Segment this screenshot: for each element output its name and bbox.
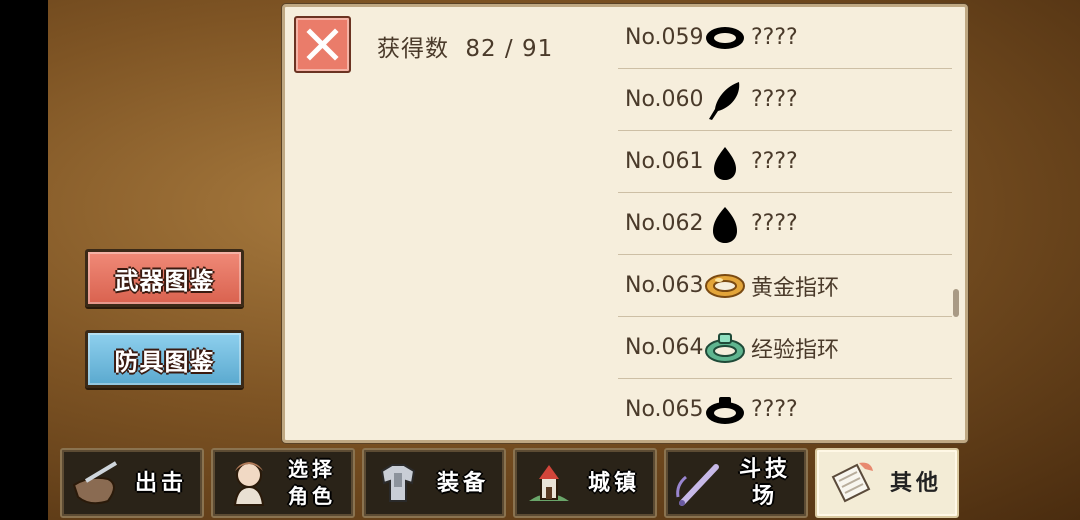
nav-sortie-label: 出击: [134, 470, 187, 496]
nav-select-character-line2: 角色: [288, 484, 336, 508]
list-item[interactable]: No.061 ????: [618, 131, 952, 193]
game-screen: 武器图鉴 防具图鉴 获得数 82 / 91 No.059 ???? No.060: [48, 0, 1080, 520]
nav-town-label: 城镇: [587, 470, 640, 496]
town-icon: [529, 465, 569, 501]
arena-sword-icon: [676, 464, 719, 506]
item-number: No.064: [625, 335, 704, 360]
list-item[interactable]: No.063 黄金指环: [618, 255, 952, 317]
close-button[interactable]: [294, 16, 351, 73]
nav-other-label: 其他: [889, 470, 942, 496]
list-item[interactable]: No.059 ????: [618, 7, 952, 69]
item-name: 黄金指环: [751, 275, 840, 301]
nav-select-character-line1: 选择: [288, 457, 336, 481]
weapon-encyclopedia-button[interactable]: 武器图鉴: [85, 249, 244, 307]
nav-equipment[interactable]: 装备: [362, 448, 506, 518]
nav-sortie[interactable]: 出击: [60, 448, 204, 518]
obtained-count-label: 获得数: [377, 36, 449, 62]
item-name: ????: [751, 211, 798, 236]
item-number: No.059: [625, 25, 704, 50]
obtained-count-value: 82 / 91: [465, 36, 554, 62]
list-item[interactable]: No.064 经验指环: [618, 317, 952, 379]
armor-encyclopedia-button[interactable]: 防具图鉴: [85, 330, 244, 388]
experience-ring-icon: [705, 333, 745, 363]
item-list[interactable]: No.059 ???? No.060 ???? No.061 ???? No.0…: [618, 7, 952, 432]
list-item[interactable]: No.065 ????: [618, 379, 952, 432]
drop-silhouette-icon: [714, 147, 736, 180]
item-name: ????: [751, 87, 798, 112]
item-number: No.063: [625, 273, 704, 298]
list-scrollbar[interactable]: [953, 289, 959, 317]
nav-select-character[interactable]: 选择 角色: [211, 448, 355, 518]
close-icon: [306, 28, 339, 61]
item-number: No.065: [625, 397, 704, 422]
nav-arena-label: 斗技场: [738, 457, 791, 509]
nav-other[interactable]: 其他: [815, 448, 959, 518]
armor-icon: [380, 464, 416, 502]
sortie-icon: [72, 461, 118, 505]
obtained-count: 获得数 82 / 91: [377, 29, 553, 63]
scroll-icon: [831, 462, 873, 503]
nav-town[interactable]: 城镇: [513, 448, 657, 518]
list-item[interactable]: No.060 ????: [618, 69, 952, 131]
nav-arena[interactable]: 斗技场: [664, 448, 808, 518]
nav-equipment-label: 装备: [436, 470, 489, 496]
item-name: ????: [751, 149, 798, 174]
item-number: No.062: [625, 211, 704, 236]
item-number: No.061: [625, 149, 704, 174]
item-name: 经验指环: [751, 337, 840, 363]
item-number: No.060: [625, 87, 704, 112]
list-item[interactable]: No.062 ????: [618, 193, 952, 255]
drop-silhouette-icon: [713, 207, 737, 243]
encyclopedia-panel: 获得数 82 / 91 No.059 ???? No.060 ???? No.0…: [282, 4, 968, 443]
item-name: ????: [751, 397, 798, 422]
ring-silhouette-icon: [706, 397, 744, 424]
character-icon: [233, 462, 265, 506]
item-name: ????: [751, 25, 798, 50]
nav-select-character-label: 选择 角色: [275, 450, 349, 516]
feather-silhouette-icon: [709, 82, 740, 120]
gold-ring-icon: [705, 274, 745, 298]
ring-silhouette-icon: [706, 27, 744, 49]
